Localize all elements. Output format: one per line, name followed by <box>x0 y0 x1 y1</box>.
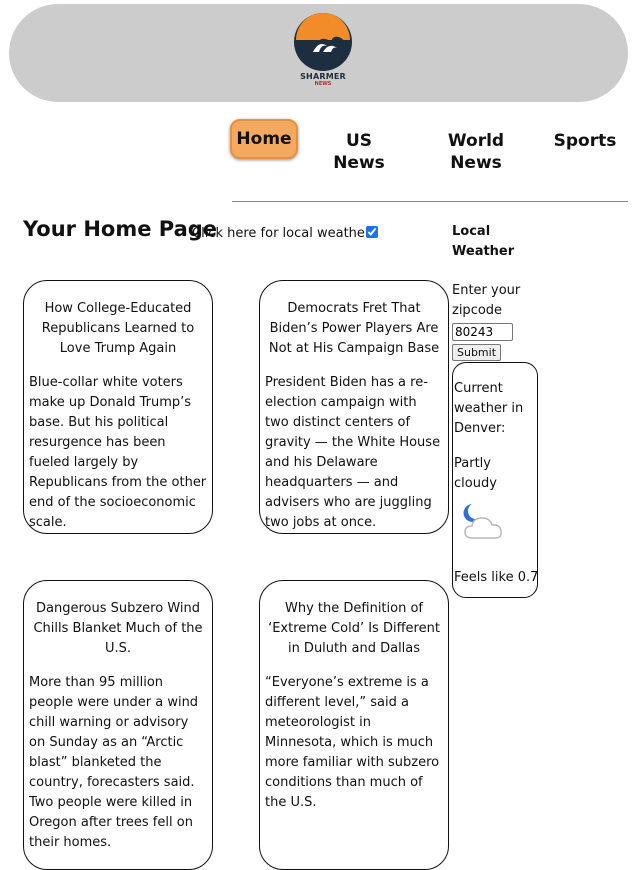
zipcode-input[interactable] <box>452 323 513 341</box>
feels-like: Feels like 0.7 <box>454 570 539 585</box>
article-summary: President Biden has a re-election campai… <box>265 375 441 530</box>
article-title[interactable]: Why the Definition of ‘Extreme Cold’ Is … <box>265 599 443 659</box>
logo-name: SHARMER <box>300 72 346 81</box>
logo-subtitle: NEWS <box>314 81 332 87</box>
article-summary: “Everyone’s extreme is a different level… <box>265 675 440 810</box>
nav-us-news[interactable]: US News <box>330 130 388 174</box>
partly-cloudy-night-icon <box>463 504 502 539</box>
weather-panel: Current weather in Denver: Partly cloudy… <box>452 362 538 598</box>
article-card[interactable]: Democrats Fret That Biden’s Power Player… <box>259 280 449 534</box>
article-title[interactable]: Dangerous Subzero Wind Chills Blanket Mu… <box>29 599 207 659</box>
article-card[interactable]: How College-Educated Republicans Learned… <box>23 280 213 534</box>
site-logo[interactable]: SHARMER NEWS <box>291 12 355 96</box>
article-card[interactable]: Why the Definition of ‘Extreme Cold’ Is … <box>259 580 449 870</box>
article-summary: More than 95 million people were under a… <box>29 675 199 850</box>
weather-toggle-label: Click here for local weather <box>192 226 371 241</box>
site-header: SHARMER NEWS <box>9 4 628 102</box>
submit-button[interactable]: Submit <box>452 344 501 361</box>
current-weather-label: Current weather in Denver: <box>454 381 524 436</box>
zipcode-label: Enter your zipcode <box>452 283 521 318</box>
article-title[interactable]: How College-Educated Republicans Learned… <box>29 299 207 359</box>
local-weather-heading: Local Weather <box>452 224 515 259</box>
nav-divider <box>232 201 628 202</box>
weather-toggle-checkbox[interactable] <box>366 226 378 238</box>
logo-emblem-icon <box>294 13 352 71</box>
weather-condition: Partly cloudy <box>454 456 497 491</box>
nav-world-news[interactable]: World News <box>444 130 508 174</box>
article-summary: Blue-collar white voters make up Donald … <box>29 375 207 530</box>
nav-sports[interactable]: Sports <box>552 130 618 152</box>
article-card[interactable]: Dangerous Subzero Wind Chills Blanket Mu… <box>23 580 213 870</box>
nav-home[interactable]: Home <box>230 119 298 159</box>
page-title: Your Home Page <box>23 217 218 241</box>
article-title[interactable]: Democrats Fret That Biden’s Power Player… <box>265 299 443 359</box>
